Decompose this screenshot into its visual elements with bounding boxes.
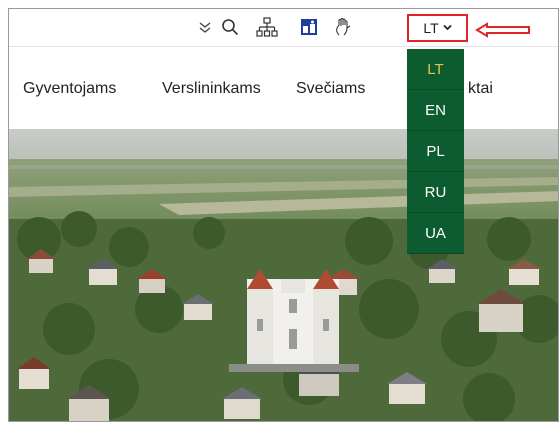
language-option-pl[interactable]: PL (407, 131, 464, 172)
search-icon[interactable] (219, 17, 241, 37)
language-option-lt[interactable]: LT (407, 49, 464, 90)
language-dropdown-menu: LT EN PL RU UA (407, 49, 464, 254)
language-option-ru[interactable]: RU (407, 172, 464, 213)
chevron-down-icon (443, 23, 452, 33)
double-chevron-down-icon[interactable] (194, 17, 216, 37)
sign-language-icon[interactable] (332, 17, 354, 37)
browser-viewport: LT Gyventojams Verslininkams Svečiams kt… (8, 8, 559, 422)
language-selected-label: LT (423, 20, 439, 36)
language-selector-button[interactable]: LT (407, 14, 468, 42)
nav-item-verslininkams[interactable]: Verslininkams (162, 80, 261, 98)
nav-item-kontaktai[interactable]: ktai (468, 80, 493, 98)
language-option-ua[interactable]: UA (407, 213, 464, 254)
nav-item-sveciams[interactable]: Svečiams (296, 80, 365, 98)
nav-item-gyventojams[interactable]: Gyventojams (23, 80, 116, 98)
language-option-en[interactable]: EN (407, 90, 464, 131)
red-arrow-annotation-icon (475, 22, 530, 38)
accessibility-icon[interactable] (298, 17, 320, 37)
sitemap-icon[interactable] (256, 17, 278, 37)
hero-aerial-town-image (9, 129, 558, 421)
main-navigation: Gyventojams Verslininkams Svečiams ktai (9, 47, 558, 129)
top-utility-bar: LT (9, 9, 558, 47)
